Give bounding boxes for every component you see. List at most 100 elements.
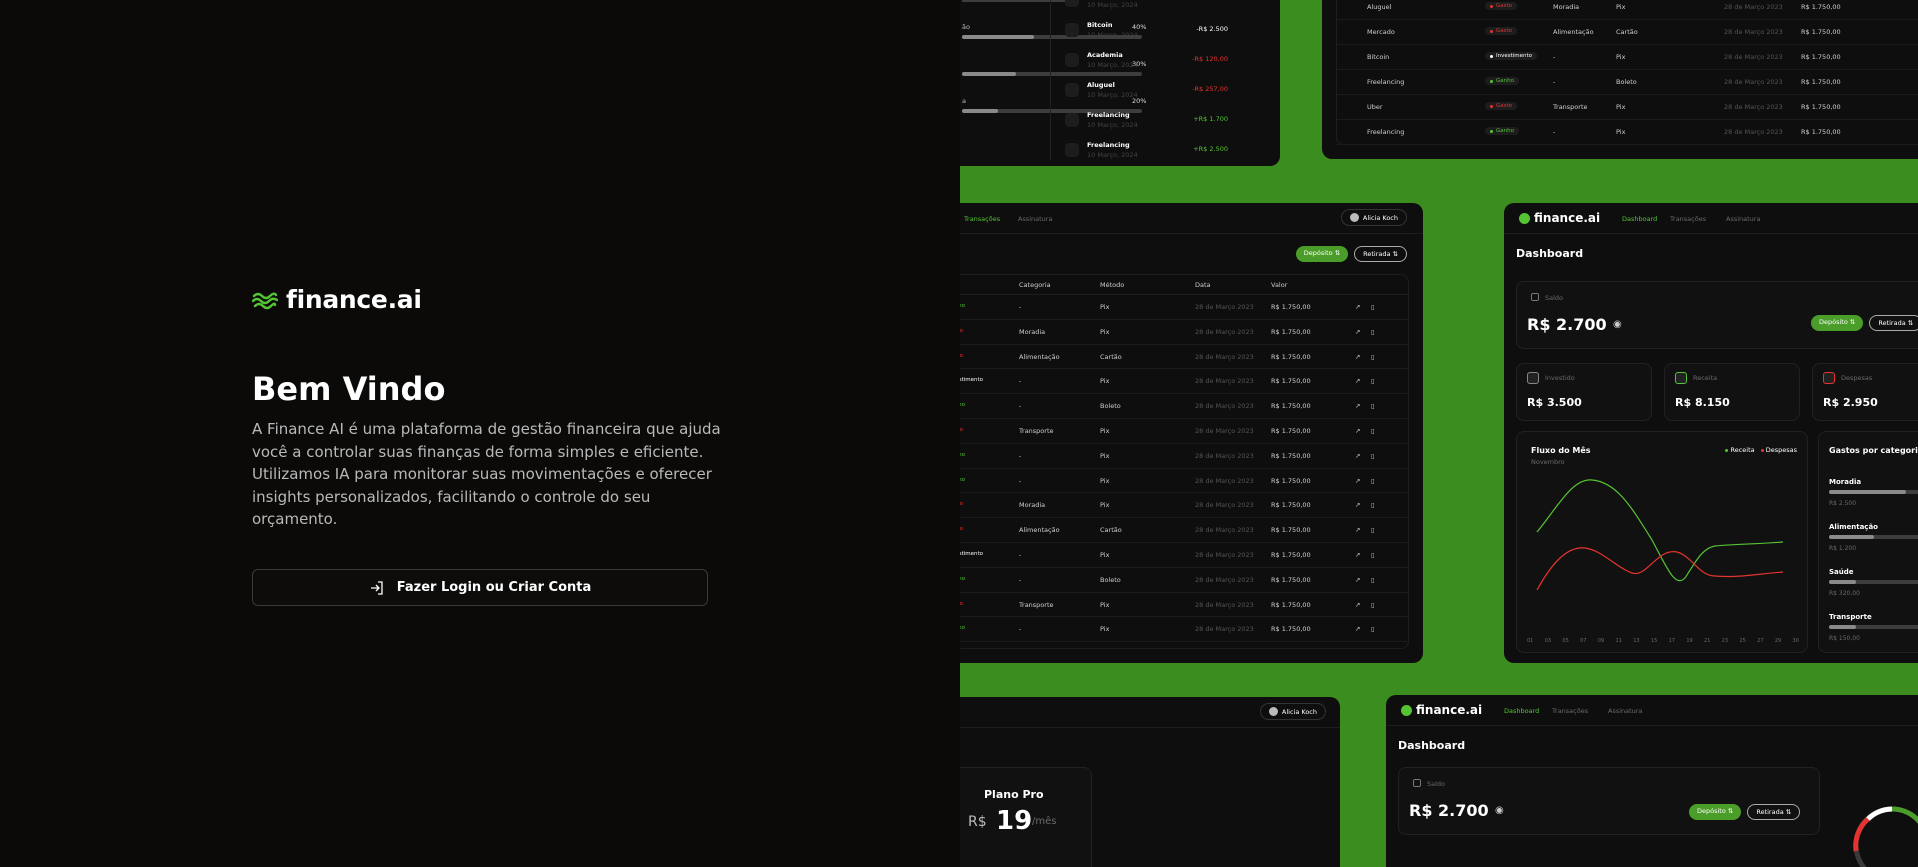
table-row[interactable]: Gasto Transporte Pix 28 de Março 2023 R$ 1.7… (960, 419, 1408, 444)
flow-subtitle: Novembro (1531, 458, 1565, 466)
categories-card: Gastos por categoria Moradia R$ 2.500 Alim… (1818, 431, 1918, 653)
delete-icon[interactable]: ▯ (1371, 625, 1375, 633)
row-value: R$ 1.750,00 (1271, 402, 1311, 411)
nav-transactions-3[interactable]: Transações (1552, 707, 1588, 715)
nav-transactions-2[interactable]: Transações (1670, 215, 1706, 223)
table-row[interactable]: Ganho - Pix 28 de Março 2023 R$ 1.750,00 ↗ ▯ (960, 295, 1408, 320)
edit-icon[interactable]: ↗ (1355, 551, 1360, 559)
deposit-button-2[interactable]: Depósito ⇅ (1811, 315, 1864, 331)
brand: finance.ai (252, 285, 422, 314)
table-row[interactable]: Ganho - Pix 28 de Março 2023 R$ 1.750,00 ↗ ▯ (960, 469, 1408, 494)
delete-icon[interactable]: ▯ (1371, 576, 1375, 584)
tx-name: Freelancing (1087, 111, 1130, 119)
delete-icon[interactable]: ▯ (1371, 501, 1375, 509)
delete-icon[interactable]: ▯ (1371, 452, 1375, 460)
table-row[interactable]: Ganho - Pix 28 de Março 2023 R$ 1.750,00 ↗ ▯ (960, 617, 1408, 643)
eye-icon-2[interactable]: ◉ (1495, 805, 1504, 816)
nav-subscription[interactable]: Assinatura (1018, 215, 1052, 223)
x-tick-label: 03 (1544, 638, 1552, 644)
row-method: Pix (1100, 427, 1110, 435)
delete-icon[interactable]: ▯ (1371, 427, 1375, 435)
dashboard2-title: Dashboard (1398, 739, 1466, 752)
delete-icon[interactable]: ▯ (1371, 477, 1375, 485)
nav-dashboard[interactable]: Dashboard (1622, 215, 1657, 223)
nav-subscription-2[interactable]: Assinatura (1726, 215, 1760, 223)
row-method: Boleto (1616, 78, 1637, 86)
table-row[interactable]: Mercado Gasto Alimentação Cartão 28 de Março… (1337, 20, 1918, 45)
row-method: Cartão (1100, 352, 1122, 361)
nav-subscription-3[interactable]: Assinatura (1608, 707, 1642, 715)
row-category: Transporte (1553, 103, 1588, 111)
edit-icon[interactable]: ↗ (1355, 601, 1360, 609)
table-row[interactable]: Aluguel Gasto Moradia Pix 28 de Março 2023 R$… (1337, 0, 1918, 20)
edit-icon[interactable]: ↗ (1355, 427, 1360, 435)
row-value: R$ 1.750,00 (1801, 3, 1841, 11)
table-row[interactable]: Investimento - Pix 28 de Março 2023 R$ 1.750… (960, 543, 1408, 568)
delete-icon[interactable]: ▯ (1371, 377, 1375, 385)
plan-card: Plano Pro R$ 19 /mês (960, 767, 1092, 867)
delete-icon[interactable]: ▯ (1371, 526, 1375, 534)
edit-icon[interactable]: ↗ (1355, 377, 1360, 385)
edit-icon[interactable]: ↗ (1355, 576, 1360, 584)
row-date: 28 de Março 2023 (1195, 427, 1254, 435)
eye-icon[interactable]: ◉ (1613, 319, 1622, 330)
percent-bar-fill (962, 109, 998, 113)
edit-icon[interactable]: ↗ (1355, 526, 1360, 534)
row-method: Cartão (1616, 28, 1638, 36)
table-row[interactable]: Ganho - Pix 28 de Março 2023 R$ 1.750,00 ↗ ▯ (960, 444, 1408, 469)
stat-value: R$ 8.150 (1675, 396, 1730, 409)
x-tick-label: 19 (1686, 638, 1693, 644)
table-row[interactable]: Gasto Alimentação Cartão 28 de Março 2023 R$… (960, 345, 1408, 370)
withdraw-label-2: Retirada (1878, 319, 1906, 327)
user-name: Alicia Koch (1362, 213, 1398, 222)
table-row[interactable]: Gasto Transporte Pix 28 de Março 2023 R$ 1.7… (960, 593, 1408, 618)
login-button[interactable]: Fazer Login ou Criar Conta (252, 569, 708, 606)
edit-icon[interactable]: ↗ (1355, 402, 1360, 410)
delete-icon[interactable]: ▯ (1371, 402, 1375, 410)
delete-icon[interactable]: ▯ (1371, 551, 1375, 559)
row-value: R$ 1.750,00 (1271, 600, 1311, 609)
nav-dashboard-3[interactable]: Dashboard (1504, 707, 1539, 715)
table-row[interactable]: Uber Gasto Transporte Pix 28 de Março 2023 R$… (1337, 95, 1918, 120)
delete-icon[interactable]: ▯ (1371, 601, 1375, 609)
deposit-button-3[interactable]: Depósito ⇅ (1689, 804, 1742, 820)
table-row[interactable]: Gasto Alimentação Cartão 28 de Março 2023 R$… (960, 518, 1408, 543)
row-value: R$ 1.750,00 (1271, 303, 1311, 311)
edit-icon[interactable]: ↗ (1355, 452, 1360, 460)
table-row[interactable]: Ganho - Boleto 28 de Março 2023 R$ 1.750,00 ↗… (960, 568, 1408, 593)
table-row[interactable]: Freelancing Ganho - Boleto 28 de Março 2023 R… (1337, 70, 1918, 95)
table-row[interactable]: Ganho - Boleto 28 de Março 2023 R$ 1.750,00 ↗… (960, 394, 1408, 419)
delete-icon[interactable]: ▯ (1371, 328, 1375, 336)
withdraw-button-3[interactable]: Retirada ⇅ (1747, 804, 1801, 820)
table-row[interactable]: Gasto Moradia Pix 28 de Março 2023 R$ 1.750,… (960, 493, 1408, 519)
stat-value: R$ 2.950 (1823, 396, 1878, 409)
user-menu[interactable]: Alicia Koch (1340, 209, 1407, 226)
edit-icon[interactable]: ↗ (1355, 477, 1360, 485)
nav-transactions[interactable]: Transações (964, 215, 1000, 223)
table-row[interactable]: Investimento - Pix 28 de Março 2023 R$ 1.750… (960, 369, 1408, 395)
stat-icon (1675, 372, 1687, 384)
deposit-button[interactable]: Depósito ⇅ (1295, 246, 1349, 262)
table-row[interactable]: Gasto Moradia Pix 28 de Março 2023 R$ 1.750,… (960, 320, 1408, 345)
stat-label: Receita (1693, 374, 1718, 382)
edit-icon[interactable]: ↗ (1355, 501, 1360, 509)
delete-icon[interactable]: ▯ (1371, 353, 1375, 361)
edit-icon[interactable]: ↗ (1355, 353, 1360, 361)
edit-icon[interactable]: ↗ (1355, 328, 1360, 336)
x-tick-label: 01 (1527, 638, 1534, 644)
type-label: Ganho (960, 476, 965, 483)
edit-icon[interactable]: ↗ (1355, 303, 1360, 311)
row-value: R$ 1.750,00 (1801, 78, 1841, 86)
type-label: Gasto (960, 501, 963, 507)
category-bar-fill (1829, 625, 1856, 629)
x-tick-label: 15 (1650, 638, 1658, 644)
user-menu-2[interactable]: Alicia Koch (1259, 703, 1326, 720)
withdraw-button-2[interactable]: Retirada ⇅ (1869, 315, 1918, 331)
row-category: - (1019, 575, 1022, 584)
table-row[interactable]: Bitcoin Investimento - Pix 28 de Março 2023 R… (1337, 45, 1918, 70)
edit-icon[interactable]: ↗ (1355, 625, 1360, 633)
delete-icon[interactable]: ▯ (1371, 303, 1375, 311)
withdraw-button[interactable]: Retirada ⇅ (1354, 246, 1407, 262)
table-row[interactable]: Freelancing Ganho - Pix 28 de Março 2023 R$ 1… (1337, 120, 1918, 145)
tx-icon (1065, 83, 1079, 97)
